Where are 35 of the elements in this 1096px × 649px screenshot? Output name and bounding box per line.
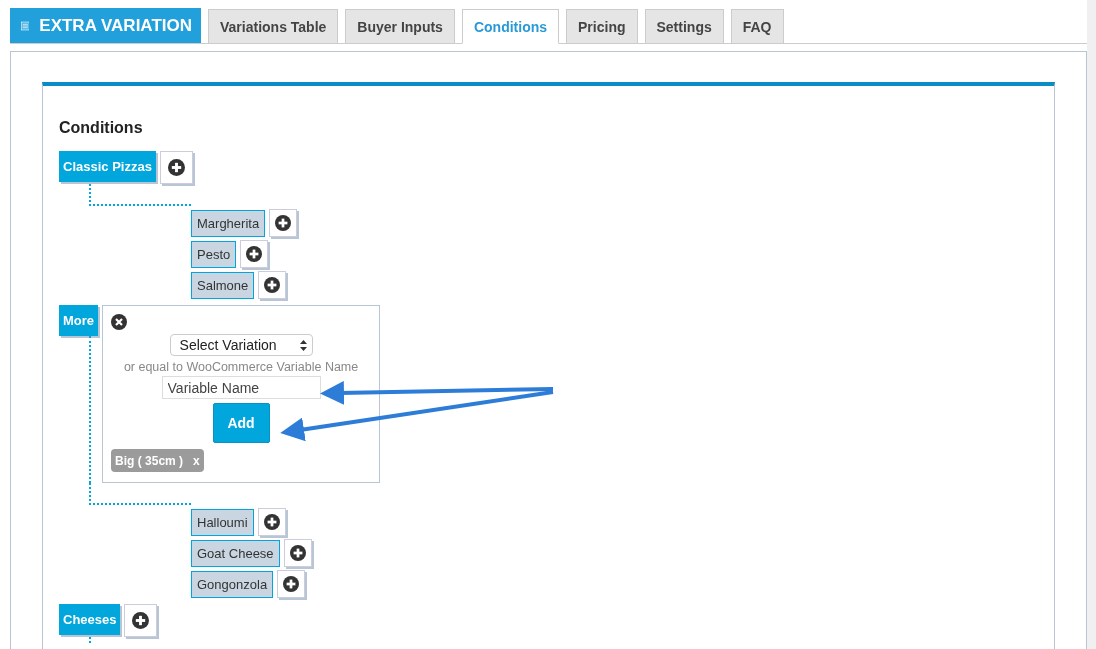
brand-title: EXTRA VARIATION (39, 15, 192, 36)
add-button[interactable] (257, 508, 286, 536)
plus-icon (289, 545, 306, 561)
add-button[interactable] (258, 271, 287, 299)
variation-select[interactable]: Select Variation (169, 334, 313, 356)
plus-icon (263, 514, 280, 530)
add-button[interactable] (124, 604, 158, 637)
option-label[interactable]: Halloumi (191, 508, 254, 536)
add-button[interactable] (159, 151, 193, 184)
variation-tag: Big ( 35cm ) x (111, 449, 204, 472)
tab[interactable]: FAQ (730, 9, 784, 44)
hint-text: or equal to WooCommerce Variable Name (123, 360, 359, 374)
add-button[interactable] (269, 209, 298, 237)
variable-name-input[interactable]: Variable Name (161, 376, 321, 399)
add-button[interactable] (277, 570, 306, 598)
tab[interactable]: Settings (644, 9, 724, 44)
plus-icon (264, 277, 281, 293)
tab[interactable]: Variations Table (208, 9, 339, 44)
option-label[interactable]: Pesto (191, 240, 237, 268)
option-label[interactable]: Margherita (191, 209, 266, 237)
plus-icon (275, 215, 292, 231)
plus-icon (283, 576, 300, 592)
tab[interactable]: Buyer Inputs (345, 9, 455, 44)
add-button[interactable] (240, 240, 269, 268)
tab[interactable]: Pricing (566, 9, 638, 44)
plus-icon (246, 246, 263, 262)
option-label[interactable]: Salmone (191, 271, 255, 299)
option-label[interactable]: Goat Cheese (191, 539, 280, 567)
sort-arrows-icon (299, 339, 307, 351)
close-icon[interactable] (111, 314, 128, 330)
plus-icon (132, 612, 150, 629)
plus-icon (167, 159, 185, 176)
option-label[interactable]: Gongonzola (191, 570, 274, 598)
add-button[interactable] (283, 539, 312, 567)
section-title: Conditions (59, 119, 144, 137)
